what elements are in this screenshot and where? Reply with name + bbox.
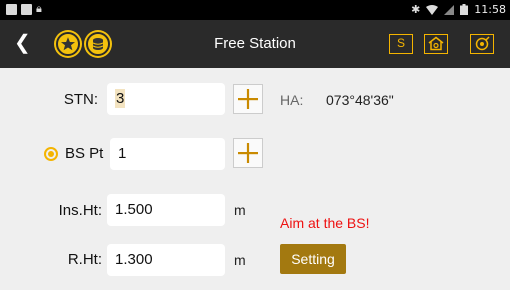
home-station-button[interactable] — [424, 34, 448, 54]
stn-input[interactable]: 3 — [107, 83, 225, 115]
signal-icon — [444, 4, 455, 15]
plus-icon — [238, 89, 258, 109]
reflector-height-unit: m — [234, 252, 246, 268]
bs-point-label: BS Pt — [65, 145, 104, 162]
app-square-icon — [6, 3, 17, 15]
clock-text: 11:58 — [474, 3, 506, 16]
battery-icon — [460, 4, 469, 15]
lock-icon: 🔒︎ — [36, 3, 42, 15]
ha-label: HA: — [280, 92, 304, 108]
database-icon[interactable] — [86, 32, 110, 56]
setting-button-label: Setting — [291, 251, 335, 267]
target-measure-button[interactable] — [470, 34, 494, 54]
bs-point-input-value: 1 — [118, 145, 127, 162]
s-button[interactable]: S — [389, 34, 413, 54]
favorite-star-icon[interactable] — [56, 32, 80, 56]
instrument-height-value: 1.500 — [115, 201, 153, 218]
stn-input-value: 3 — [115, 89, 126, 108]
setting-button[interactable]: Setting — [280, 244, 346, 274]
instrument-height-unit: m — [234, 202, 246, 218]
stn-add-button[interactable] — [233, 84, 263, 114]
free-station-form: STN: 3 HA: 073°48'36" BS Pt 1 Ins.Ht: 1.… — [0, 68, 510, 290]
instrument-height-label: Ins.Ht: — [58, 202, 102, 219]
s-button-label: S — [396, 36, 405, 50]
home-station-icon — [428, 36, 444, 51]
instrument-height-input[interactable]: 1.500 — [107, 194, 225, 226]
bs-point-radio[interactable] — [44, 147, 58, 161]
top-toolbar: Free Station ❮ S — [0, 20, 510, 68]
stn-label: STN: — [63, 91, 98, 108]
back-chevron-icon[interactable]: ❮ — [14, 33, 31, 53]
plus-icon — [238, 143, 258, 163]
bs-point-add-button[interactable] — [233, 138, 263, 168]
status-bar: 🔒︎ ✱ 11:58 — [0, 0, 510, 20]
app-square-icon — [21, 3, 32, 15]
target-icon — [475, 36, 490, 51]
ha-value: 073°48'36" — [326, 92, 394, 108]
reflector-height-label: R.Ht: — [67, 251, 102, 268]
reflector-height-input[interactable]: 1.300 — [107, 244, 225, 276]
bs-point-input[interactable]: 1 — [110, 138, 225, 170]
bluetooth-icon: ✱ — [411, 4, 421, 16]
reflector-height-value: 1.300 — [115, 251, 153, 268]
warning-message: Aim at the BS! — [280, 215, 370, 231]
wifi-icon — [426, 4, 439, 15]
